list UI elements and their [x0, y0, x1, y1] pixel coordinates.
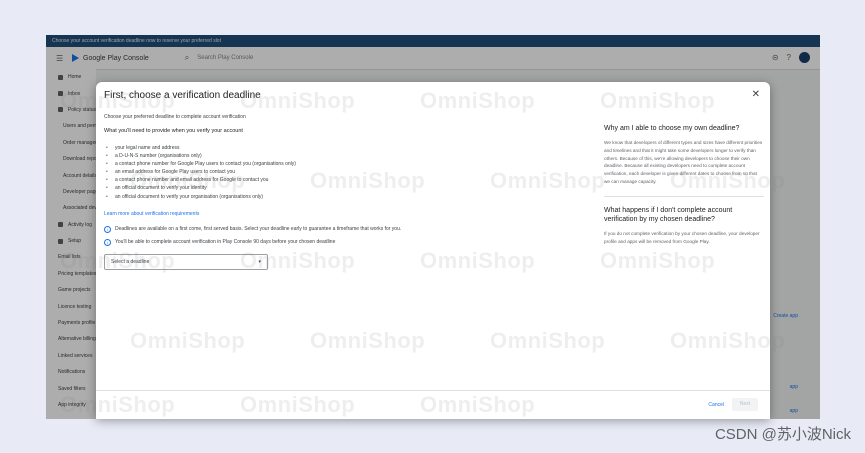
faq-answer-2: If you do not complete verification by y… [604, 230, 760, 244]
list-item: a contact phone number for Google Play u… [104, 160, 484, 168]
list-item: a contact phone number and email address… [104, 176, 484, 184]
intro-text: Choose your preferred deadline to comple… [104, 114, 246, 120]
faq-question-2: What happens if I don't complete account… [604, 206, 733, 223]
info-text: You'll be able to complete account verif… [115, 239, 336, 246]
dialog-main: Choose your preferred deadline to comple… [104, 114, 484, 270]
info-icon: i [104, 238, 111, 246]
close-icon[interactable]: ✕ [752, 89, 760, 100]
info-row-90-days: i You'll be able to complete account ver… [104, 238, 484, 246]
faq-question-1: Why am I able to choose my own deadline? [604, 125, 740, 132]
list-item: a D-U-N-S number (organisations only) [104, 152, 484, 160]
faq-answer-1: We know that developers of different typ… [604, 140, 763, 184]
csdn-credit: CSDN @苏小波Nick [714, 426, 851, 443]
requirements-list: your legal name and address a D-U-N-S nu… [104, 144, 484, 201]
info-row-first-come: i Deadlines are available on a first com… [104, 225, 484, 233]
chevron-down-icon: ▾ [258, 258, 261, 265]
list-item: your legal name and address [104, 144, 484, 152]
info-text: Deadlines are available on a first come,… [115, 226, 402, 233]
verification-deadline-dialog: First, choose a verification deadline ✕ … [96, 82, 770, 419]
list-item: an official document to verify your orga… [104, 193, 484, 201]
list-item: an official document to verify your iden… [104, 184, 484, 192]
dialog-footer: Cancel Next [96, 390, 770, 419]
info-icon: i [104, 225, 111, 233]
faq-panel: Why am I able to choose my own deadline?… [604, 124, 764, 245]
learn-more-link[interactable]: Learn more about verification requiremen… [104, 211, 484, 217]
select-placeholder: Select a deadline [111, 258, 150, 265]
dialog-title: First, choose a verification deadline [104, 90, 261, 101]
requirements-heading: What you'll need to provide when you ver… [104, 128, 243, 134]
cancel-button[interactable]: Cancel [708, 402, 724, 408]
list-item: an email address for Google Play users t… [104, 168, 484, 176]
divider [604, 195, 764, 197]
next-button[interactable]: Next [732, 398, 758, 411]
deadline-select[interactable]: Select a deadline ▾ [104, 253, 268, 270]
